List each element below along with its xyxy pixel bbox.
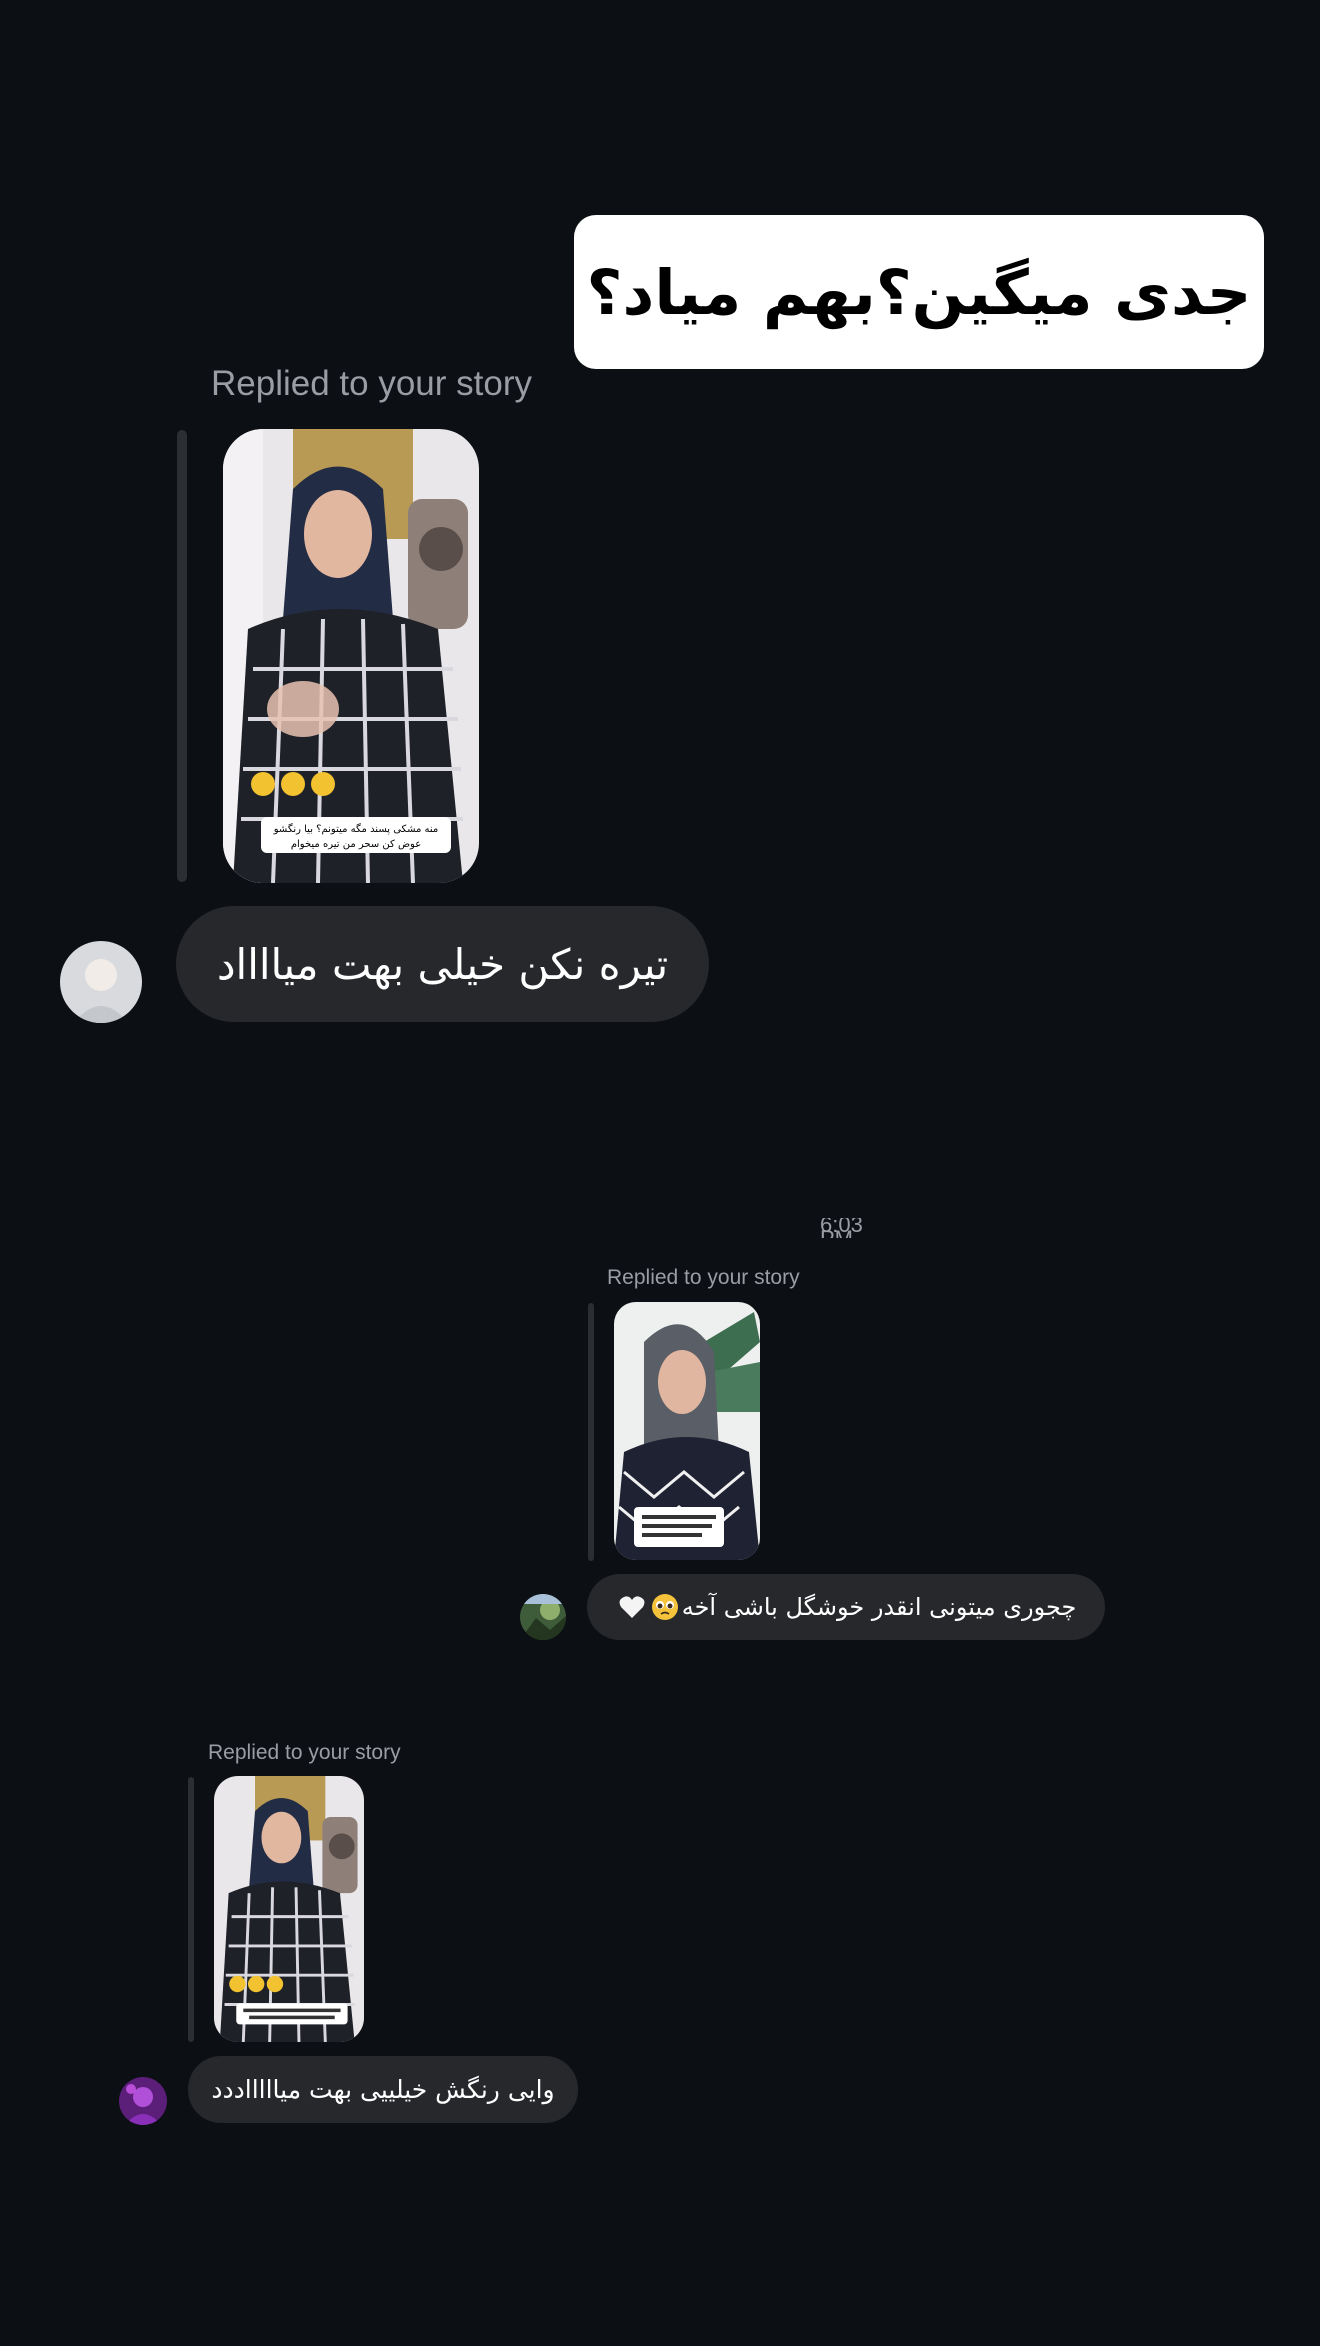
reply-indicator-bar xyxy=(588,1303,594,1561)
story-image-woman-patterned-top xyxy=(614,1302,760,1560)
sender-avatar[interactable] xyxy=(520,1594,566,1640)
replied-to-story-label: Replied to your story xyxy=(208,1741,401,1764)
message-text: چجوری میتونی انقدر خوشگل باشی آخه xyxy=(681,1593,1077,1621)
white-heart-icon xyxy=(619,1596,645,1618)
title-overlay-text: جدی میگین؟بهم میاد؟ xyxy=(586,255,1252,329)
message-bubble[interactable]: تیره نکن خیلی بهت میااااد xyxy=(176,906,709,1022)
replied-to-story-label: Replied to your story xyxy=(607,1266,800,1289)
story-thumbnail[interactable] xyxy=(214,1776,364,2042)
story-thumbnail[interactable] xyxy=(614,1302,760,1560)
message-bubble[interactable]: وایی رنگش خیلییی بهت میاااااددد xyxy=(188,2056,578,2123)
replied-to-story-label: Replied to your story xyxy=(211,364,532,403)
story-image-woman-checkered-jacket: منه مشکی پسند مگه میتونم؟ بیا رنگشو عوض … xyxy=(223,429,479,883)
story-image-woman-checkered-jacket xyxy=(214,1776,364,2042)
reply-indicator-bar xyxy=(188,1777,194,2042)
sender-avatar[interactable] xyxy=(60,941,142,1023)
message-text: تیره نکن خیلی بهت میااااد xyxy=(216,939,669,989)
story-caption-line: عوض کن سحر من تیره میخوام xyxy=(291,839,421,850)
message-bubble[interactable]: چجوری میتونی انقدر خوشگل باشی آخه xyxy=(587,1574,1105,1640)
avatar-light-portrait-icon xyxy=(60,941,142,1023)
title-overlay-card: جدی میگین؟بهم میاد؟ xyxy=(574,215,1264,369)
message-text: وایی رنگش خیلییی بهت میاااااددد xyxy=(211,2075,555,2104)
avatar-green-landscape-icon xyxy=(520,1594,566,1640)
message-timestamp: 6:03 PM xyxy=(820,1218,863,1238)
sender-avatar[interactable] xyxy=(119,2077,167,2125)
pleading-face-icon xyxy=(651,1594,678,1620)
dm-thread-screen: جدی میگین؟بهم میاد؟ Replied to your stor… xyxy=(0,0,1320,2346)
story-caption-line: منه مشکی پسند مگه میتونم؟ بیا رنگشو xyxy=(273,823,439,835)
avatar-purple-portrait-icon xyxy=(119,2077,167,2125)
reply-indicator-bar xyxy=(177,430,187,882)
story-thumbnail[interactable]: منه مشکی پسند مگه میتونم؟ بیا رنگشو عوض … xyxy=(223,429,479,883)
